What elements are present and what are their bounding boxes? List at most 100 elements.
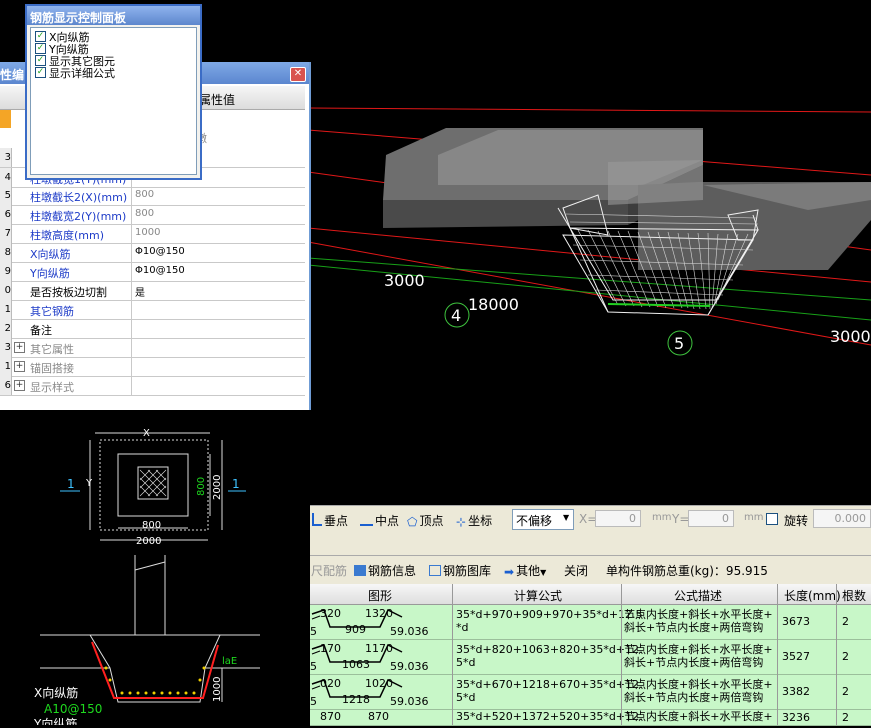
rebar-config-button[interactable]: 尺配筋: [311, 562, 347, 579]
length-cell: 3673: [782, 615, 810, 628]
rebar-label-x: X向纵筋: [34, 685, 78, 700]
count-cell: 2: [842, 685, 849, 698]
rebar-info-button[interactable]: 钢筋信息: [354, 562, 416, 579]
checkbox-checked-icon[interactable]: ✓: [35, 55, 46, 66]
property-row[interactable]: 6 柱墩截宽2(Y)(mm) 800: [0, 205, 305, 225]
col-description: 公式描述: [674, 589, 723, 603]
section-drawing-preview: X Y 800 2000 800 2000 1 1 laE 1000 X向纵筋 …: [0, 410, 308, 728]
offset-mode-select[interactable]: 不偏移 ▼: [512, 509, 574, 530]
perpendicular-icon: [312, 513, 322, 526]
control-panel-options: ✓ X向纵筋 ✓ Y向纵筋 ✓ 显示其它图元 ✓ 显示详细公式: [30, 27, 197, 175]
checkbox-checked-icon[interactable]: ✓: [35, 31, 46, 42]
dim-800-vertical: 800: [196, 477, 207, 496]
table-row[interactable]: 020 1020 1218 59.036 5 35*d+670+1218+670…: [310, 675, 871, 710]
arrow-right-icon: ➡: [504, 565, 515, 579]
table-row[interactable]: 870 870 35*d+520+1372+520+35*d+12. 节点内长度…: [310, 710, 871, 726]
pentagon-icon: ⬠: [407, 515, 418, 529]
axis-4-label: 4: [451, 306, 461, 325]
drawing-canvas: X Y 800 2000 800 2000 1 1 laE 1000 X向纵筋 …: [33, 428, 260, 728]
toolbar-spacer: [310, 531, 871, 555]
y-label: Y=: [672, 512, 690, 526]
description-cell: 节点内长度+斜长+水平长度+: [624, 678, 773, 691]
dim-18000: 18000: [468, 295, 519, 314]
expand-icon[interactable]: +: [14, 342, 25, 353]
rebar-table: 图形 计算公式 公式描述 长度(mm) 根数 320 1320 909 59.0…: [310, 584, 871, 726]
rebar-library-button[interactable]: 钢筋图库: [429, 562, 491, 579]
property-value[interactable]: 800: [135, 208, 154, 219]
dim-3000-right: 3000: [830, 327, 871, 346]
3d-viewport[interactable]: 3000 18000 3000 4 5: [308, 0, 871, 505]
library-icon: [429, 565, 441, 576]
dim-1000: 1000: [212, 677, 223, 702]
col-formula: 计算公式: [514, 589, 563, 603]
section-mark-left: 1: [67, 477, 75, 491]
property-row[interactable]: 2 备注: [0, 319, 305, 339]
vertex-button[interactable]: ⬠ 顶点: [407, 512, 443, 529]
x-offset-input[interactable]: 0: [595, 510, 641, 527]
y-unit: mm: [744, 512, 764, 523]
rotate-angle-input[interactable]: 0.000: [813, 509, 871, 528]
count-cell: 2: [842, 650, 849, 663]
mid-point-button[interactable]: 中点: [360, 512, 399, 529]
dim-2000-vertical: 2000: [212, 475, 223, 500]
formula-cell: 35*d+520+1372+520+35*d+12.: [456, 710, 643, 723]
close-icon[interactable]: ✕: [290, 67, 306, 82]
coordinate-button[interactable]: ⊹ 坐标: [456, 512, 492, 529]
checkbox-checked-icon[interactable]: ✓: [35, 43, 46, 54]
property-row[interactable]: 8 X向纵筋 Φ10@150: [0, 243, 305, 263]
x-unit: mm: [652, 512, 672, 523]
col-shape: 图形: [368, 589, 393, 603]
dim-2000-horizontal: 2000: [136, 536, 161, 547]
table-row[interactable]: 170 1170 1063 59.036 5 35*d+820+1063+820…: [310, 640, 871, 675]
y-offset-input[interactable]: 0: [688, 510, 734, 527]
vertical-point-button[interactable]: 垂点: [312, 512, 348, 529]
3d-scene: 3000 18000 3000 4 5: [308, 107, 871, 356]
property-name: 其它钢筋: [30, 305, 74, 318]
property-row[interactable]: 9 Y向纵筋 Φ10@150: [0, 262, 305, 282]
property-row[interactable]: 1 其它钢筋: [0, 300, 305, 320]
count-cell: 2: [842, 711, 849, 724]
property-row[interactable]: 7 柱墩高度(mm) 1000: [0, 224, 305, 244]
chevron-down-icon: ▼: [563, 513, 570, 522]
control-panel-titlebar[interactable]: 钢筋显示控制面板: [27, 6, 200, 25]
selected-row-marker: [0, 110, 11, 128]
axis-5-label: 5: [674, 334, 684, 353]
expand-icon[interactable]: +: [14, 361, 25, 372]
property-value[interactable]: 1000: [135, 227, 160, 238]
property-value[interactable]: Φ10@150: [135, 246, 185, 257]
property-row[interactable]: 5 柱墩截长2(X)(mm) 800: [0, 186, 305, 206]
rotate-checkbox[interactable]: [766, 513, 778, 525]
property-group-name: 锚固搭接: [30, 362, 74, 375]
chevron-down-icon: ▼: [540, 568, 547, 577]
property-value[interactable]: Φ10@150: [135, 265, 185, 276]
rebar-info-icon: [354, 565, 366, 576]
rotate-label: 旋转: [784, 514, 809, 528]
drawing-y-label: Y: [85, 478, 93, 489]
lae-label: laE: [222, 656, 237, 667]
checkbox-checked-icon[interactable]: ✓: [35, 67, 46, 78]
rebar-display-control-panel: 钢筋显示控制面板 ✓ X向纵筋 ✓ Y向纵筋 ✓ 显示其它图元 ✓ 显示详细公式: [25, 4, 202, 180]
rebar-spec-label: A10@150: [44, 702, 102, 716]
description-cell: 节点内长度+斜长+水平长度+: [624, 608, 773, 621]
property-name: 柱墩截宽2(Y)(mm): [30, 210, 127, 223]
property-group-row[interactable]: 3 + 其它属性: [0, 338, 305, 358]
length-cell: 3527: [782, 650, 810, 663]
property-row[interactable]: 0 是否按板边切割 是: [0, 281, 305, 301]
property-group-row[interactable]: 6 + 显示样式: [0, 376, 305, 396]
other-menu-button[interactable]: ➡ 其他▼: [504, 562, 546, 579]
length-cell: 3236: [782, 711, 810, 724]
table-row[interactable]: 320 1320 909 59.036 5 35*d+970+909+970+3…: [310, 605, 871, 640]
close-button[interactable]: 关闭: [564, 562, 588, 579]
property-value[interactable]: 是: [135, 284, 145, 299]
property-name: 柱墩高度(mm): [30, 229, 105, 242]
coordinate-icon: ⊹: [456, 515, 467, 529]
expand-icon[interactable]: +: [14, 380, 25, 391]
property-group-row[interactable]: 1 + 锚固搭接: [0, 357, 305, 377]
property-panel-title: 性编: [0, 68, 25, 82]
description-cell: 节点内长度+斜长+水平长度+: [624, 710, 773, 723]
property-group-name: 其它属性: [30, 343, 74, 356]
property-name: Y向纵筋: [30, 267, 70, 280]
property-value[interactable]: 800: [135, 189, 154, 200]
dim-800-horizontal: 800: [142, 520, 161, 531]
drawing-x-label: X: [143, 428, 150, 439]
